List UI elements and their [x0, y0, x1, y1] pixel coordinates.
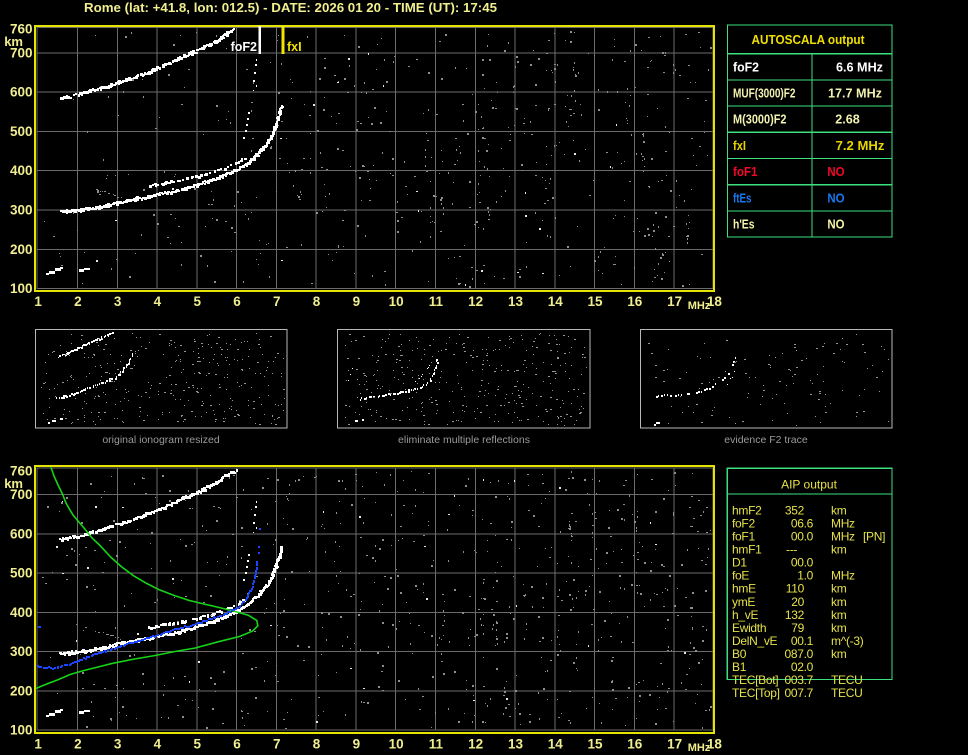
svg-text:5: 5 [193, 294, 201, 309]
svg-text:foF2: foF2 [733, 59, 759, 74]
svg-text:h'Es: h'Es [733, 217, 755, 232]
svg-text:9: 9 [353, 294, 361, 309]
svg-text:DelN_vE00.1m^(-3): DelN_vE 00.1 m^(-3) [732, 634, 864, 648]
svg-text:evidence F2 trace: evidence F2 trace [724, 434, 808, 446]
svg-text:8: 8 [313, 737, 321, 752]
svg-text:400: 400 [10, 605, 33, 620]
svg-text:foF1: foF1 [733, 164, 758, 179]
svg-text:fxI: fxI [287, 40, 302, 54]
svg-text:MUF(3000)F2: MUF(3000)F2 [733, 86, 796, 101]
svg-text:17.7 MHz: 17.7 MHz [828, 86, 882, 101]
svg-text:Rome (lat: +41.8, lon: 012.5): Rome (lat: +41.8, lon: 012.5) - DATE: 20… [84, 1, 497, 15]
svg-text:600: 600 [10, 526, 33, 541]
svg-text:400: 400 [10, 163, 33, 178]
svg-text:NO: NO [827, 217, 844, 232]
svg-text:TEC[Top]007.7TECU: TEC[Top] 007.7 TECU [732, 686, 862, 700]
svg-text:11: 11 [429, 294, 444, 309]
svg-text:fxI: fxI [733, 138, 746, 153]
svg-text:17: 17 [667, 737, 682, 752]
svg-text:2: 2 [74, 294, 82, 309]
svg-text:100: 100 [10, 723, 33, 738]
svg-text:13: 13 [508, 294, 524, 309]
svg-text:ftEs: ftEs [733, 190, 752, 205]
svg-text:AUTOSCALA output: AUTOSCALA output [752, 32, 866, 47]
svg-text:1: 1 [34, 294, 42, 309]
svg-text:2: 2 [74, 737, 82, 752]
svg-text:7: 7 [273, 737, 281, 752]
svg-text:3: 3 [114, 294, 122, 309]
svg-text:300: 300 [10, 644, 33, 659]
svg-text:16: 16 [627, 294, 643, 309]
svg-text:600: 600 [10, 85, 33, 100]
svg-text:4: 4 [154, 737, 162, 752]
svg-text:17: 17 [667, 294, 682, 309]
svg-text:NO: NO [827, 164, 844, 179]
svg-text:km: km [4, 34, 23, 49]
svg-text:12: 12 [468, 294, 483, 309]
svg-text:300: 300 [10, 203, 33, 218]
svg-text:AIP output: AIP output [781, 478, 837, 492]
svg-text:10: 10 [389, 294, 404, 309]
svg-text:200: 200 [10, 683, 33, 698]
svg-text:2.68: 2.68 [835, 112, 860, 127]
svg-text:7.2 MHz: 7.2 MHz [836, 138, 885, 153]
svg-text:500: 500 [10, 566, 33, 581]
svg-text:7: 7 [273, 294, 281, 309]
svg-text:14: 14 [548, 294, 564, 309]
svg-text:14: 14 [548, 737, 564, 752]
svg-text:9: 9 [353, 737, 361, 752]
svg-text:6.6 MHz: 6.6 MHz [836, 59, 883, 74]
svg-text:km: km [4, 476, 23, 491]
svg-text:16: 16 [627, 737, 643, 752]
svg-text:10: 10 [389, 737, 404, 752]
svg-text:foF206.6MHz: foF2 06.6 MHz [732, 516, 855, 530]
svg-text:TEC[Bot]003.7TECU: TEC[Bot] 003.7 TECU [732, 673, 862, 687]
svg-text:1: 1 [34, 737, 42, 752]
svg-text:eliminate multiple reflections: eliminate multiple reflections [398, 434, 530, 446]
svg-text:5: 5 [193, 737, 201, 752]
svg-text:MHz: MHz [688, 742, 711, 754]
svg-text:11: 11 [429, 737, 444, 752]
svg-text:15: 15 [588, 737, 604, 752]
svg-text:6: 6 [233, 294, 241, 309]
svg-text:13: 13 [508, 737, 524, 752]
svg-text:12: 12 [468, 737, 483, 752]
svg-text:6: 6 [233, 737, 241, 752]
svg-text:3: 3 [114, 737, 122, 752]
svg-text:foF2: foF2 [231, 40, 257, 54]
svg-text:500: 500 [10, 124, 33, 139]
svg-text:200: 200 [10, 242, 33, 257]
svg-text:100: 100 [10, 281, 33, 296]
svg-text:original ionogram resized: original ionogram resized [102, 434, 219, 446]
svg-text:NO: NO [827, 190, 844, 205]
svg-text:8: 8 [313, 294, 321, 309]
svg-text:15: 15 [588, 294, 604, 309]
svg-text:4: 4 [154, 294, 162, 309]
svg-text:M(3000)F2: M(3000)F2 [733, 112, 787, 127]
svg-text:MHz: MHz [688, 300, 711, 312]
